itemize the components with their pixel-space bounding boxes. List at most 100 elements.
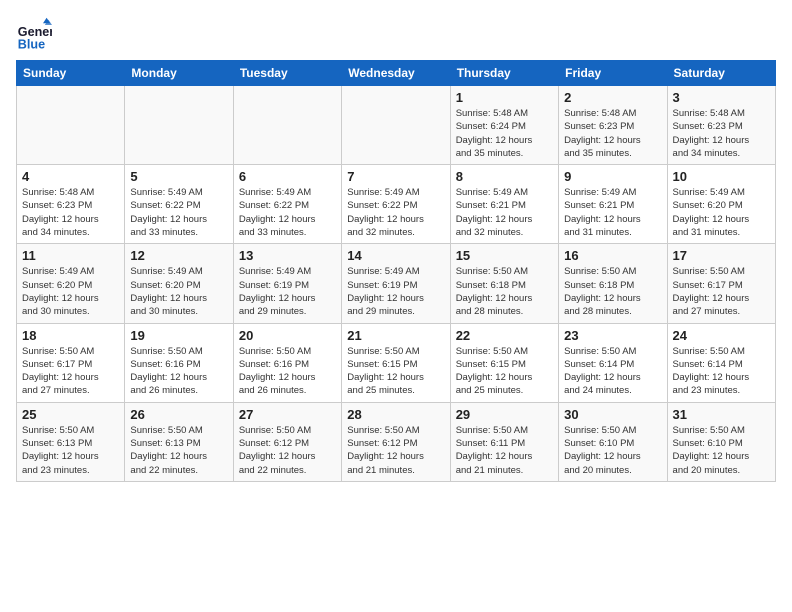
day-number: 23 [564, 328, 661, 343]
day-info: Sunrise: 5:48 AM Sunset: 6:24 PM Dayligh… [456, 107, 553, 160]
day-number: 18 [22, 328, 119, 343]
day-number: 8 [456, 169, 553, 184]
calendar-day: 30 Sunrise: 5:50 AM Sunset: 6:10 PM Dayli… [559, 402, 667, 481]
day-number: 13 [239, 248, 336, 263]
calendar-day: 26Sunrise: 5:50 AM Sunset: 6:13 PM Dayli… [125, 402, 233, 481]
day-info: Sunrise: 5:49 AM Sunset: 6:22 PM Dayligh… [239, 186, 336, 239]
day-number: 21 [347, 328, 444, 343]
day-number: 19 [130, 328, 227, 343]
column-header-friday: Friday [559, 61, 667, 86]
calendar-day: 9 Sunrise: 5:49 AM Sunset: 6:21 PM Daylig… [559, 165, 667, 244]
day-number: 1 [456, 90, 553, 105]
logo-icon: General Blue [16, 16, 52, 52]
day-number: 25 [22, 407, 119, 422]
calendar-week-4: 18 Sunrise: 5:50 AM Sunset: 6:17 PM Dayli… [17, 323, 776, 402]
calendar-day: 31 Sunrise: 5:50 AM Sunset: 6:10 PM Dayli… [667, 402, 775, 481]
calendar-week-3: 11 Sunrise: 5:49 AM Sunset: 6:20 PM Dayli… [17, 244, 776, 323]
day-number: 7 [347, 169, 444, 184]
calendar-body: 1 Sunrise: 5:48 AM Sunset: 6:24 PM Daylig… [17, 86, 776, 482]
day-number: 24 [673, 328, 770, 343]
day-info: Sunrise: 5:50 AM Sunset: 6:18 PM Dayligh… [564, 265, 661, 318]
day-info: Sunrise: 5:50 AM Sunset: 6:15 PM Dayligh… [456, 345, 553, 398]
calendar-day: 23 Sunrise: 5:50 AM Sunset: 6:14 PM Dayli… [559, 323, 667, 402]
calendar-day: 8 Sunrise: 5:49 AM Sunset: 6:21 PM Daylig… [450, 165, 558, 244]
day-number: 22 [456, 328, 553, 343]
calendar-day [17, 86, 125, 165]
calendar-day: 18 Sunrise: 5:50 AM Sunset: 6:17 PM Dayli… [17, 323, 125, 402]
calendar-day: 16 Sunrise: 5:50 AM Sunset: 6:18 PM Dayli… [559, 244, 667, 323]
day-info: Sunrise: 5:48 AM Sunset: 6:23 PM Dayligh… [673, 107, 770, 160]
day-info: Sunrise: 5:50 AM Sunset: 6:14 PM Dayligh… [564, 345, 661, 398]
day-info: Sunrise: 5:50 AM Sunset: 6:17 PM Dayligh… [22, 345, 119, 398]
day-number: 11 [22, 248, 119, 263]
calendar-day: 27 Sunrise: 5:50 AM Sunset: 6:12 PM Dayli… [233, 402, 341, 481]
day-number: 2 [564, 90, 661, 105]
column-header-tuesday: Tuesday [233, 61, 341, 86]
day-number: 9 [564, 169, 661, 184]
day-number: 15 [456, 248, 553, 263]
calendar-day: 14 Sunrise: 5:49 AM Sunset: 6:19 PM Dayli… [342, 244, 450, 323]
day-info: Sunrise: 5:49 AM Sunset: 6:20 PM Dayligh… [130, 265, 227, 318]
calendar-day: 10Sunrise: 5:49 AM Sunset: 6:20 PM Dayli… [667, 165, 775, 244]
day-info: Sunrise: 5:49 AM Sunset: 6:21 PM Dayligh… [564, 186, 661, 239]
day-info: Sunrise: 5:50 AM Sunset: 6:10 PM Dayligh… [673, 424, 770, 477]
day-number: 5 [130, 169, 227, 184]
day-number: 20 [239, 328, 336, 343]
day-info: Sunrise: 5:48 AM Sunset: 6:23 PM Dayligh… [22, 186, 119, 239]
day-number: 3 [673, 90, 770, 105]
day-number: 27 [239, 407, 336, 422]
day-info: Sunrise: 5:49 AM Sunset: 6:22 PM Dayligh… [347, 186, 444, 239]
calendar-day: 1 Sunrise: 5:48 AM Sunset: 6:24 PM Daylig… [450, 86, 558, 165]
day-info: Sunrise: 5:50 AM Sunset: 6:13 PM Dayligh… [22, 424, 119, 477]
calendar-week-1: 1 Sunrise: 5:48 AM Sunset: 6:24 PM Daylig… [17, 86, 776, 165]
day-number: 14 [347, 248, 444, 263]
day-number: 28 [347, 407, 444, 422]
day-info: Sunrise: 5:50 AM Sunset: 6:16 PM Dayligh… [130, 345, 227, 398]
calendar-day: 17Sunrise: 5:50 AM Sunset: 6:17 PM Dayli… [667, 244, 775, 323]
calendar-week-2: 4 Sunrise: 5:48 AM Sunset: 6:23 PM Daylig… [17, 165, 776, 244]
column-header-saturday: Saturday [667, 61, 775, 86]
day-info: Sunrise: 5:50 AM Sunset: 6:12 PM Dayligh… [239, 424, 336, 477]
column-header-thursday: Thursday [450, 61, 558, 86]
day-number: 26 [130, 407, 227, 422]
day-number: 29 [456, 407, 553, 422]
calendar-day: 20 Sunrise: 5:50 AM Sunset: 6:16 PM Dayli… [233, 323, 341, 402]
day-info: Sunrise: 5:50 AM Sunset: 6:11 PM Dayligh… [456, 424, 553, 477]
column-header-sunday: Sunday [17, 61, 125, 86]
column-header-wednesday: Wednesday [342, 61, 450, 86]
calendar-day: 25 Sunrise: 5:50 AM Sunset: 6:13 PM Dayli… [17, 402, 125, 481]
column-header-monday: Monday [125, 61, 233, 86]
day-info: Sunrise: 5:50 AM Sunset: 6:16 PM Dayligh… [239, 345, 336, 398]
day-info: Sunrise: 5:49 AM Sunset: 6:21 PM Dayligh… [456, 186, 553, 239]
calendar-header-row: SundayMondayTuesdayWednesdayThursdayFrid… [17, 61, 776, 86]
calendar-day: 3 Sunrise: 5:48 AM Sunset: 6:23 PM Daylig… [667, 86, 775, 165]
day-info: Sunrise: 5:50 AM Sunset: 6:17 PM Dayligh… [673, 265, 770, 318]
page-header: General Blue [16, 16, 776, 52]
calendar-day: 2 Sunrise: 5:48 AM Sunset: 6:23 PM Daylig… [559, 86, 667, 165]
calendar-day: 15Sunrise: 5:50 AM Sunset: 6:18 PM Dayli… [450, 244, 558, 323]
day-number: 4 [22, 169, 119, 184]
day-info: Sunrise: 5:48 AM Sunset: 6:23 PM Dayligh… [564, 107, 661, 160]
day-info: Sunrise: 5:50 AM Sunset: 6:10 PM Dayligh… [564, 424, 661, 477]
day-info: Sunrise: 5:50 AM Sunset: 6:14 PM Dayligh… [673, 345, 770, 398]
day-number: 16 [564, 248, 661, 263]
day-info: Sunrise: 5:49 AM Sunset: 6:19 PM Dayligh… [347, 265, 444, 318]
day-info: Sunrise: 5:49 AM Sunset: 6:20 PM Dayligh… [22, 265, 119, 318]
day-info: Sunrise: 5:49 AM Sunset: 6:20 PM Dayligh… [673, 186, 770, 239]
calendar-day: 24 Sunrise: 5:50 AM Sunset: 6:14 PM Dayli… [667, 323, 775, 402]
calendar-day: 28 Sunrise: 5:50 AM Sunset: 6:12 PM Dayli… [342, 402, 450, 481]
calendar-day: 11 Sunrise: 5:49 AM Sunset: 6:20 PM Dayli… [17, 244, 125, 323]
calendar-table: SundayMondayTuesdayWednesdayThursdayFrid… [16, 60, 776, 482]
calendar-day: 13 Sunrise: 5:49 AM Sunset: 6:19 PM Dayli… [233, 244, 341, 323]
calendar-day: 22 Sunrise: 5:50 AM Sunset: 6:15 PM Dayli… [450, 323, 558, 402]
calendar-day: 7 Sunrise: 5:49 AM Sunset: 6:22 PM Daylig… [342, 165, 450, 244]
day-number: 31 [673, 407, 770, 422]
logo[interactable]: General Blue [16, 16, 52, 52]
calendar-day: 12Sunrise: 5:49 AM Sunset: 6:20 PM Dayli… [125, 244, 233, 323]
calendar-day: 5Sunrise: 5:49 AM Sunset: 6:22 PM Daylig… [125, 165, 233, 244]
day-info: Sunrise: 5:50 AM Sunset: 6:15 PM Dayligh… [347, 345, 444, 398]
day-number: 30 [564, 407, 661, 422]
day-info: Sunrise: 5:50 AM Sunset: 6:12 PM Dayligh… [347, 424, 444, 477]
day-info: Sunrise: 5:49 AM Sunset: 6:19 PM Dayligh… [239, 265, 336, 318]
svg-text:Blue: Blue [18, 37, 45, 51]
